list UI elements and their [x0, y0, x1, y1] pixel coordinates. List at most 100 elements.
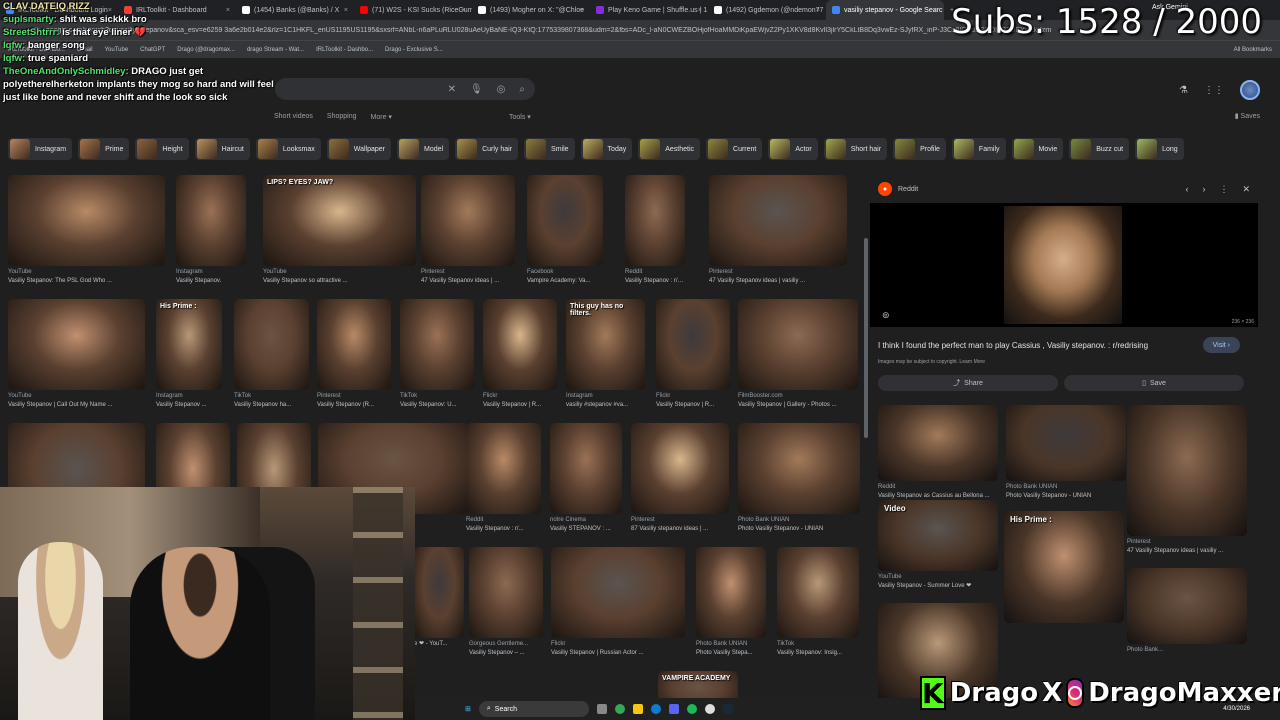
- result-thumbnail[interactable]: [527, 175, 603, 266]
- result-title[interactable]: 87 Vasiliy stepanov ideas | ...: [631, 525, 729, 534]
- result-title[interactable]: Vasiliy Stepanov: Insig...: [777, 649, 859, 658]
- image-result[interactable]: VAMPIRE ACADEMY: [658, 671, 738, 700]
- filter-chip[interactable]: Current: [706, 138, 763, 160]
- chrome-icon[interactable]: [614, 704, 625, 714]
- image-result[interactable]: Pinterest 87 Vasiliy stepanov ideas | ...: [631, 423, 729, 538]
- filter-chip[interactable]: Long: [1135, 138, 1184, 160]
- filter-chip[interactable]: Buzz cut: [1069, 138, 1130, 160]
- result-source[interactable]: TikTok: [400, 392, 474, 401]
- result-source[interactable]: YouTube: [8, 392, 145, 401]
- preview-title[interactable]: I think I found the perfect man to play …: [878, 341, 1198, 350]
- image-result[interactable]: This guy has no filters. Instagram vasiliy…: [566, 299, 645, 414]
- preview-image[interactable]: [1004, 206, 1122, 324]
- image-result[interactable]: YouTube Vasiliy Stepanov | Call Out My Na…: [8, 299, 145, 414]
- result-source[interactable]: YouTube: [8, 268, 165, 277]
- search-icon[interactable]: ⌕: [519, 84, 525, 95]
- image-result[interactable]: Photo Bank UNIAN Photo Vasiliy Stepa...: [696, 547, 766, 662]
- image-result[interactable]: Facebook Vampire Academy: Va...: [527, 175, 603, 290]
- result-title[interactable]: Vasiliy Stepanov : r/...: [466, 525, 541, 534]
- result-title[interactable]: Vasiliy Stepanov | Russian Actor ...: [551, 649, 685, 658]
- search-input[interactable]: ✕ 🎙 ◎ ⌕: [275, 78, 535, 100]
- result-thumbnail[interactable]: [550, 423, 622, 514]
- related-title[interactable]: Vasiliy Stepanov - Summer Love ❤: [878, 582, 998, 591]
- image-result[interactable]: Flickr Vasiliy Stepanov | R...: [483, 299, 557, 414]
- result-title[interactable]: Vasiliy Stepanov so attractive ...: [263, 277, 416, 286]
- result-thumbnail[interactable]: [738, 423, 860, 514]
- mic-icon[interactable]: 🎙: [470, 84, 483, 95]
- apps-icon[interactable]: ⋮⋮: [1204, 85, 1224, 96]
- related-image[interactable]: Reddit Vasiliy Stepanov as Cassius au Bel…: [878, 405, 998, 505]
- related-image[interactable]: Photo Bank...: [1127, 568, 1247, 668]
- share-button[interactable]: ⤴ Share: [878, 375, 1058, 391]
- result-title[interactable]: Vasiliy STEPANOV : ...: [550, 525, 622, 534]
- visit-button[interactable]: Visit ›: [1202, 337, 1240, 353]
- result-thumbnail[interactable]: [631, 423, 729, 514]
- result-title[interactable]: vasiliy #stepanov #va...: [566, 401, 645, 410]
- image-result[interactable]: Gorgeous Gentleme... Vasiliy Stepanov – .…: [469, 547, 543, 662]
- prev-icon[interactable]: ‹: [1185, 184, 1188, 195]
- related-thumbnail[interactable]: [878, 405, 998, 481]
- lens-icon[interactable]: ◎: [497, 84, 506, 95]
- image-result[interactable]: notre Cinema Vasiliy STEPANOV : ...: [550, 423, 622, 538]
- result-source[interactable]: Photo Bank UNIAN: [738, 516, 860, 525]
- result-thumbnail[interactable]: [696, 547, 766, 638]
- scrollbar[interactable]: [864, 238, 868, 438]
- image-result[interactable]: TikTok Vasiliy Stepanov: U...: [400, 299, 474, 414]
- browser-tab[interactable]: (1493) Mogher on X: "@Chloe ×: [472, 0, 590, 20]
- filter-chip[interactable]: Actor: [768, 138, 818, 160]
- result-title[interactable]: Vasiliy Stepanov : r/Vi...: [625, 277, 685, 286]
- tab-more[interactable]: More ▾: [371, 113, 392, 121]
- related-thumbnail[interactable]: [1006, 405, 1126, 481]
- result-title[interactable]: 47 Vasiliy Stepanov ideas | ...: [421, 277, 515, 286]
- filter-chip[interactable]: Today: [580, 138, 633, 160]
- related-thumbnail[interactable]: His Prime :: [1004, 511, 1124, 623]
- browser-tab[interactable]: Play Keno Game | Shuffle.us | 1 ×: [590, 0, 708, 20]
- result-thumbnail[interactable]: [777, 547, 859, 638]
- tab-shopping[interactable]: Shopping: [327, 113, 357, 121]
- result-thumbnail[interactable]: VAMPIRE ACADEMY: [658, 671, 738, 700]
- image-result[interactable]: Flickr Vasiliy Stepanov | Russian Actor .…: [551, 547, 685, 662]
- result-thumbnail[interactable]: [317, 299, 391, 390]
- result-source[interactable]: Instagram: [176, 268, 246, 277]
- filter-chip[interactable]: Height: [135, 138, 189, 160]
- close-tab-icon[interactable]: ×: [462, 7, 466, 14]
- result-source[interactable]: Facebook: [527, 268, 603, 277]
- steam-icon[interactable]: [722, 704, 733, 714]
- bookmark-item[interactable]: Drago - Exclusive S...: [385, 47, 443, 53]
- clear-icon[interactable]: ✕: [448, 84, 456, 95]
- image-result[interactable]: Pinterest Vasiliy Stepanov (R...: [317, 299, 391, 414]
- obs-icon[interactable]: [704, 704, 715, 714]
- filter-chip[interactable]: Aesthetic: [638, 138, 701, 160]
- result-source[interactable]: Photo Bank UNIAN: [696, 640, 766, 649]
- image-result[interactable]: Photo Bank UNIAN Photo Vasiliy Stepanov -…: [738, 423, 860, 538]
- related-source[interactable]: Photo Bank UNIAN: [1006, 483, 1126, 492]
- result-title[interactable]: Vasiliy Stepanov | Call Out My Name ...: [8, 401, 145, 410]
- result-source[interactable]: Reddit: [625, 268, 685, 277]
- image-result[interactable]: e ❤ - YouT...: [414, 547, 464, 662]
- close-tab-icon[interactable]: ×: [816, 7, 820, 14]
- image-result[interactable]: His Prime : Instagram Vasiliy Stepanov ...: [156, 299, 222, 414]
- result-title[interactable]: 47 Vasiliy Stepanov ideas | vasiliy ...: [709, 277, 847, 286]
- result-source[interactable]: Flickr: [551, 640, 685, 649]
- image-result[interactable]: TikTok Vasiliy Stepanov ha...: [234, 299, 309, 414]
- saves-button[interactable]: ▮ Saves: [1235, 112, 1260, 120]
- labs-icon[interactable]: ⚗: [1179, 85, 1188, 96]
- close-tab-icon[interactable]: ×: [344, 7, 348, 14]
- result-source[interactable]: Pinterest: [709, 268, 847, 277]
- result-title[interactable]: Vasiliy Stepanov ...: [156, 401, 222, 410]
- avatar[interactable]: [1240, 80, 1260, 100]
- result-thumbnail[interactable]: LIPS? EYES? JAW?: [263, 175, 416, 266]
- result-thumbnail[interactable]: [625, 175, 685, 266]
- result-source[interactable]: Instagram: [156, 392, 222, 401]
- edge-icon[interactable]: [650, 704, 661, 714]
- result-thumbnail[interactable]: [421, 175, 515, 266]
- result-thumbnail[interactable]: [234, 299, 309, 390]
- result-source[interactable]: Pinterest: [631, 516, 729, 525]
- image-result[interactable]: Flickr Vasiliy Stepanov | R...: [656, 299, 730, 414]
- filter-chip[interactable]: Movie: [1011, 138, 1064, 160]
- result-source[interactable]: TikTok: [777, 640, 859, 649]
- related-thumbnail[interactable]: [1127, 568, 1247, 644]
- tab-short-videos[interactable]: Short videos: [274, 113, 313, 121]
- result-thumbnail[interactable]: [709, 175, 847, 266]
- related-source[interactable]: Reddit: [878, 483, 998, 492]
